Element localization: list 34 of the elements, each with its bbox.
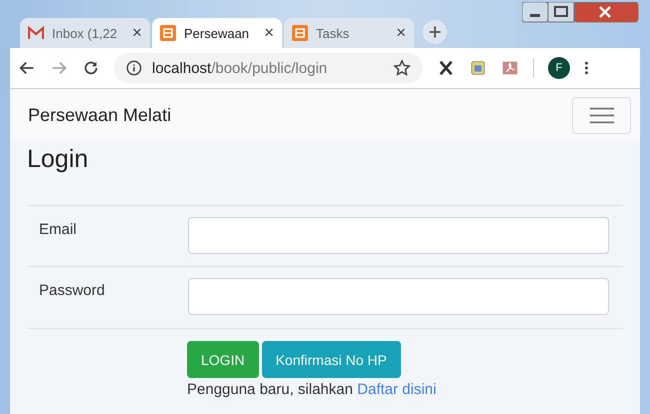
browser-tab[interactable]: Persewaan × — [152, 18, 282, 48]
brand-link[interactable]: Persewaan Melati — [28, 104, 172, 126]
pdf-icon[interactable] — [501, 59, 519, 77]
star-icon[interactable] — [393, 59, 411, 77]
app-icon — [292, 25, 308, 41]
input-field[interactable] — [188, 217, 609, 254]
register-text: Pengguna baru, silahkan — [187, 381, 353, 398]
address-bar[interactable]: localhost/book/public/login — [114, 53, 423, 83]
browser-tab[interactable]: Tasks × — [284, 18, 414, 48]
profile-avatar[interactable]: F — [548, 57, 570, 79]
page-heading: Login — [27, 145, 90, 175]
reload-icon[interactable] — [82, 59, 100, 77]
tab-close[interactable]: × — [264, 23, 274, 43]
new-tab-icon[interactable] — [422, 19, 448, 45]
window-controls-icon[interactable] — [522, 2, 640, 24]
mail-icon — [28, 25, 44, 41]
extension-icon[interactable] — [469, 59, 487, 77]
menu-icon — [588, 106, 614, 124]
field-label: Password — [39, 281, 106, 299]
field-label: Email — [39, 220, 78, 238]
input-field[interactable] — [188, 278, 609, 315]
tab-title: Tasks — [316, 26, 350, 40]
app-icon — [160, 25, 176, 41]
tab-close[interactable]: × — [132, 23, 142, 43]
tab-title: Inbox (1,22 — [52, 26, 118, 40]
menu-toggle-button[interactable] — [572, 96, 631, 134]
tab-title: Persewaan — [184, 26, 250, 40]
tab-close[interactable]: × — [396, 23, 406, 43]
menu-icon[interactable] — [584, 60, 589, 76]
url-text: localhost/book/public/login — [152, 60, 328, 76]
back-icon[interactable] — [18, 59, 36, 77]
info-icon — [126, 60, 142, 76]
browser-tab[interactable]: Inbox (1,22 × — [20, 18, 150, 48]
x-mark-icon[interactable] — [437, 59, 455, 77]
